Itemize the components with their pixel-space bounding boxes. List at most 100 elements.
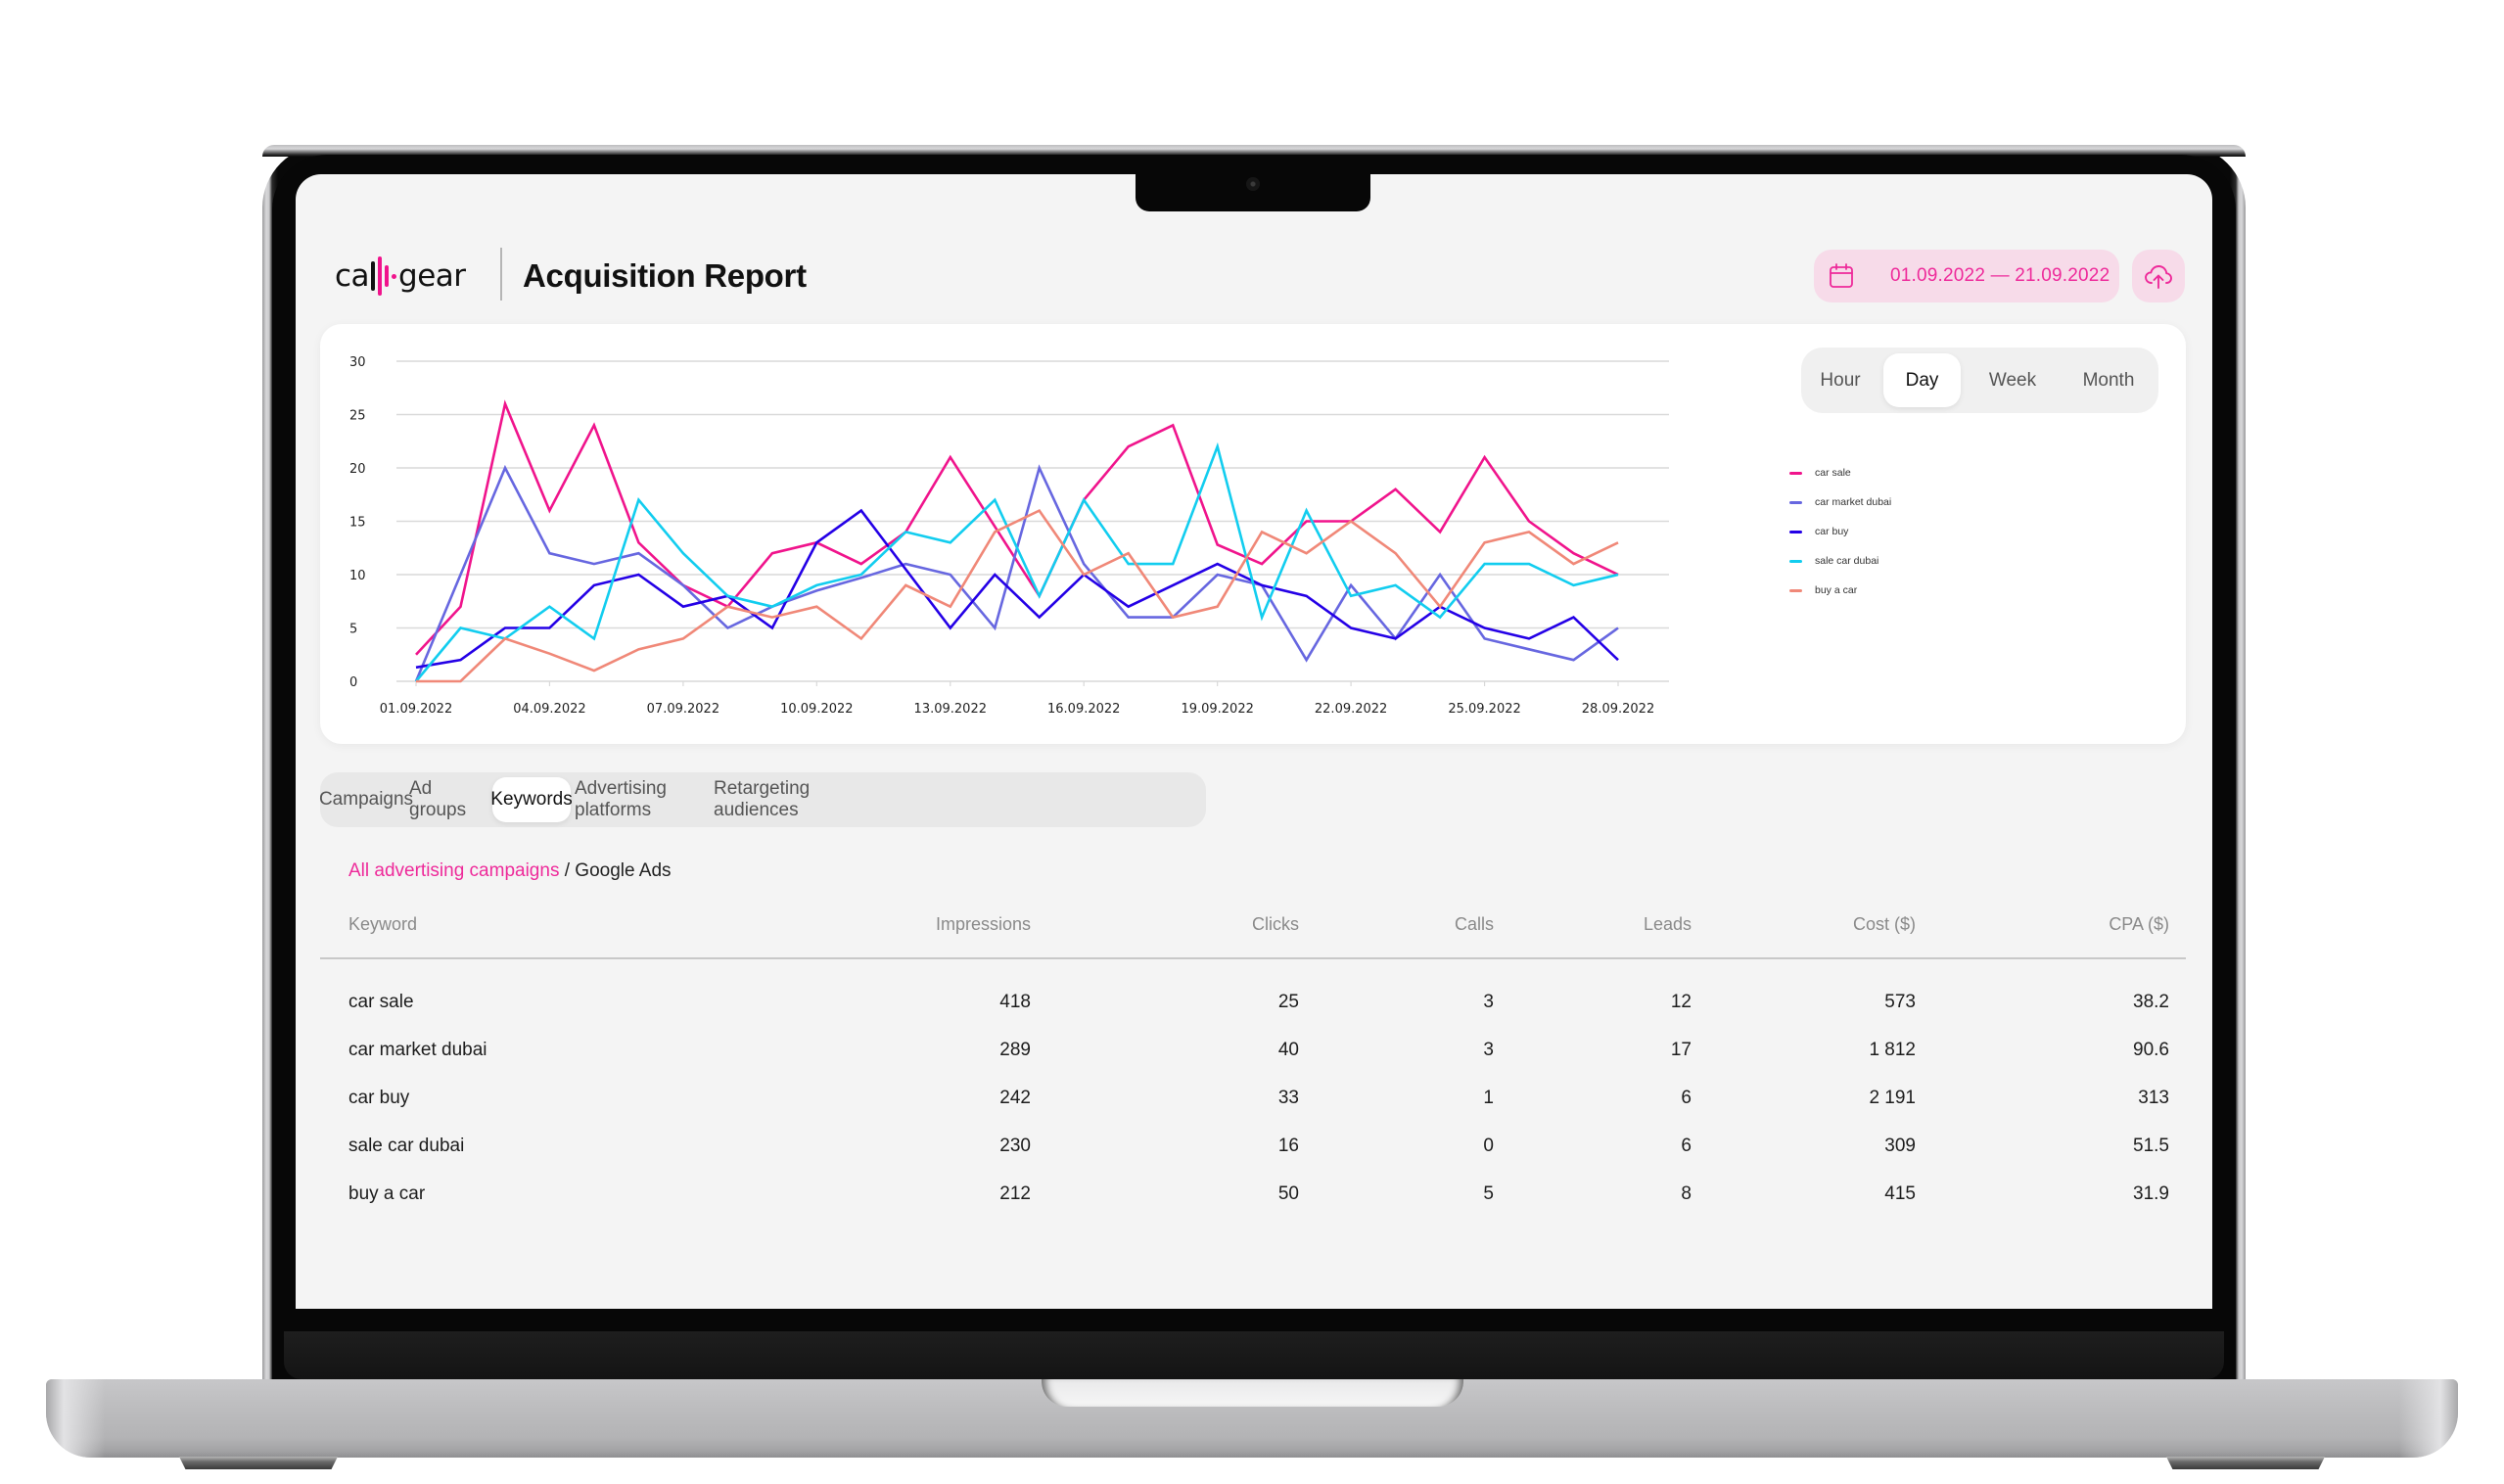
table-row[interactable]: buy a car 212 50 5 8 415 31.9 <box>320 1175 2186 1214</box>
y-tick-label: 10 <box>349 569 366 583</box>
tab-keywords[interactable]: Keywords <box>490 777 573 822</box>
y-tick-label: 5 <box>349 623 357 637</box>
y-tick-label: 0 <box>349 675 357 690</box>
legend-swatch <box>1789 588 1802 592</box>
cell-keyword: sale car dubai <box>348 1136 465 1156</box>
x-tick-label: 10.09.2022 <box>780 702 853 717</box>
cell-calls: 3 <box>1483 1040 1494 1060</box>
cell-keyword: buy a car <box>348 1183 426 1204</box>
column-header-keyword[interactable]: Keyword <box>348 910 417 938</box>
breadcrumb-current: Google Ads <box>575 860 672 881</box>
granularity-hour[interactable]: Hour <box>1801 353 1879 407</box>
legend-swatch <box>1789 471 1802 475</box>
x-tick-label: 28.09.2022 <box>1582 702 1654 717</box>
cell-cpa: 51.5 <box>2133 1136 2169 1156</box>
legend-label: car buy <box>1815 526 1849 537</box>
cell-leads: 12 <box>1670 992 1692 1012</box>
legend-item[interactable]: buy a car <box>1789 580 1857 600</box>
y-tick-label: 20 <box>349 462 366 477</box>
cell-calls: 1 <box>1483 1088 1494 1108</box>
table-row[interactable]: sale car dubai 230 16 0 6 309 51.5 <box>320 1127 2186 1166</box>
cell-cost: 1 812 <box>1869 1040 1916 1060</box>
laptop-thumb-notch <box>1042 1379 1463 1407</box>
series-line-car-buy[interactable] <box>415 508 1619 670</box>
granularity-selector: Hour Day Week Month <box>1801 348 2158 413</box>
legend-swatch <box>1789 559 1802 563</box>
cell-leads: 6 <box>1681 1136 1692 1156</box>
table-header-divider <box>320 957 2186 959</box>
legend-label: buy a car <box>1815 584 1858 596</box>
cell-keyword: car buy <box>348 1088 410 1108</box>
cell-clicks: 50 <box>1277 1183 1299 1204</box>
x-tick-label: 04.09.2022 <box>513 702 585 717</box>
cell-leads: 6 <box>1681 1088 1692 1108</box>
cell-cost: 309 <box>1884 1136 1916 1156</box>
cell-impressions: 230 <box>999 1136 1031 1156</box>
cell-clicks: 16 <box>1277 1136 1299 1156</box>
table-row[interactable]: car sale 418 25 3 12 573 38.2 <box>320 983 2186 1022</box>
header-divider <box>500 248 502 301</box>
cloud-upload-icon <box>2145 265 2172 289</box>
legend-item[interactable]: car sale <box>1789 463 1851 483</box>
camera-icon <box>1246 177 1260 191</box>
legend-label: car sale <box>1815 467 1851 479</box>
column-header-calls[interactable]: Calls <box>1455 910 1494 938</box>
column-header-clicks[interactable]: Clicks <box>1252 910 1299 938</box>
cell-cpa: 38.2 <box>2133 992 2169 1012</box>
cell-cpa: 90.6 <box>2133 1040 2169 1060</box>
cell-cpa: 31.9 <box>2133 1183 2169 1204</box>
granularity-week[interactable]: Week <box>1964 353 2062 407</box>
cell-cost: 2 191 <box>1869 1088 1916 1108</box>
granularity-day[interactable]: Day <box>1883 353 1961 407</box>
tab-campaigns[interactable]: Campaigns <box>319 777 413 822</box>
export-button[interactable] <box>2132 250 2185 302</box>
date-range-text: 01.09.2022 — 21.09.2022 <box>1890 265 2110 286</box>
x-tick-label: 07.09.2022 <box>647 702 719 717</box>
cell-clicks: 33 <box>1277 1088 1299 1108</box>
legend-item[interactable]: car buy <box>1789 522 1848 541</box>
tab-advertising-platforms[interactable]: Advertising platforms <box>575 777 710 822</box>
table-row[interactable]: car buy 242 33 1 6 2 191 313 <box>320 1079 2186 1118</box>
cell-keyword: car market dubai <box>348 1040 487 1060</box>
tab-ad-groups[interactable]: Ad groups <box>409 777 491 822</box>
legend-swatch <box>1789 530 1802 533</box>
breadcrumb-all-campaigns-link[interactable]: All advertising campaigns <box>348 860 559 881</box>
cell-keyword: car sale <box>348 992 414 1012</box>
legend-item[interactable]: car market dubai <box>1789 492 1891 512</box>
cell-impressions: 242 <box>999 1088 1031 1108</box>
laptop-foot-left <box>179 1457 338 1469</box>
table-row[interactable]: car market dubai 289 40 3 17 1 812 90.6 <box>320 1031 2186 1070</box>
cell-impressions: 418 <box>999 992 1031 1012</box>
page-title: Acquisition Report <box>523 257 807 294</box>
x-tick-label: 16.09.2022 <box>1047 702 1120 717</box>
calendar-icon <box>1830 263 1853 288</box>
logo-dot-icon <box>392 273 397 279</box>
cell-impressions: 289 <box>999 1040 1031 1060</box>
granularity-month[interactable]: Month <box>2063 353 2154 407</box>
column-header-cost[interactable]: Cost ($) <box>1853 910 1916 938</box>
cell-calls: 5 <box>1483 1183 1494 1204</box>
column-header-impressions[interactable]: Impressions <box>936 910 1031 938</box>
cell-cost: 415 <box>1884 1183 1916 1204</box>
chart-card: 0 5 10 15 20 25 30 01.09.2022 04.09.2022 07.09.20… <box>320 324 2186 744</box>
column-header-cpa[interactable]: CPA ($) <box>2109 910 2169 938</box>
legend-label: sale car dubai <box>1815 555 1879 567</box>
y-tick-label: 30 <box>349 355 366 370</box>
date-range-picker[interactable]: 01.09.2022 — 21.09.2022 <box>1814 250 2119 302</box>
y-tick-label: 15 <box>349 516 366 531</box>
tab-retargeting-audiences[interactable]: Retargeting audiences <box>714 777 858 822</box>
report-tabs: Campaigns Ad groups Keywords Advertising… <box>319 772 1206 827</box>
screen: ca gear Acquisition Report 01.09.2022 — … <box>296 174 2212 1309</box>
x-tick-label: 22.09.2022 <box>1315 702 1387 717</box>
cell-calls: 0 <box>1483 1136 1494 1156</box>
cell-cost: 573 <box>1884 992 1916 1012</box>
logo-text-right: gear <box>398 258 466 294</box>
cell-leads: 8 <box>1681 1183 1692 1204</box>
breadcrumb-separator: / <box>559 860 576 881</box>
cell-clicks: 25 <box>1277 992 1299 1012</box>
breadcrumb: All advertising campaigns / Google Ads <box>348 858 672 884</box>
callgear-logo: ca gear <box>335 255 466 298</box>
column-header-leads[interactable]: Leads <box>1644 910 1692 938</box>
legend-item[interactable]: sale car dubai <box>1789 551 1878 571</box>
logo-text-left: ca <box>335 258 370 294</box>
